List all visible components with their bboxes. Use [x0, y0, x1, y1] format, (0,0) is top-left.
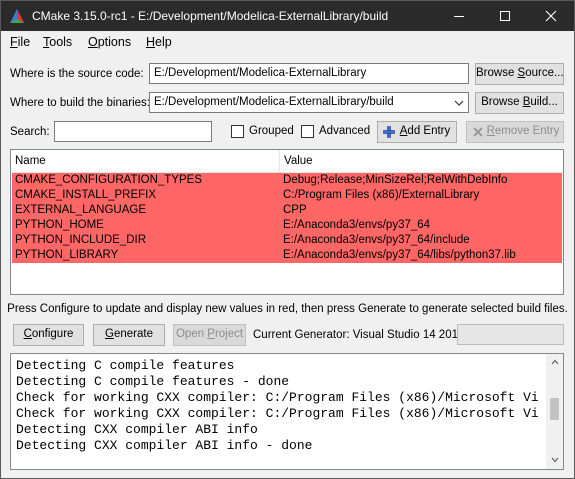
output-lines: Detecting C compile features Detecting C …: [16, 358, 539, 454]
maximize-button[interactable]: [482, 1, 528, 31]
output-line: Check for working CXX compiler: C:/Progr…: [16, 390, 539, 405]
scroll-up-icon[interactable]: [551, 359, 559, 365]
cell-name: PYTHON_LIBRARY: [15, 249, 119, 261]
build-path-value: E:/Development/Modelica-ExternalLibrary/…: [154, 96, 394, 108]
open-project-button[interactable]: Open Project: [173, 324, 246, 346]
cache-table[interactable]: Name Value CMAKE_CONFIGURATION_TYPES Debu…: [10, 149, 564, 295]
plus-icon: [383, 126, 395, 138]
remove-entry-button[interactable]: Remove Entry: [466, 121, 564, 143]
output-log[interactable]: Detecting C compile features Detecting C …: [10, 353, 564, 470]
cmake-logo-icon: [10, 9, 24, 23]
cmake-window: CMake 3.15.0-rc1 - E:/Development/Modeli…: [0, 0, 575, 479]
column-header-name[interactable]: Name: [15, 155, 46, 167]
menu-file[interactable]: File: [10, 35, 30, 49]
minimize-icon: [454, 16, 464, 17]
table-row[interactable]: PYTHON_LIBRARY E:/Anaconda3/envs/py37_64/…: [12, 248, 562, 263]
cell-value[interactable]: C:/Program Files (x86)/ExternalLibrary: [283, 188, 559, 203]
table-header: Name Value: [11, 150, 563, 173]
output-line: Detecting CXX compiler ABI info - done: [16, 438, 313, 453]
output-scrollbar[interactable]: [546, 354, 563, 469]
cell-value[interactable]: E:/Anaconda3/envs/py37_64: [283, 218, 559, 233]
grouped-checkbox[interactable]: [231, 125, 244, 138]
table-row[interactable]: PYTHON_INCLUDE_DIR E:/Anaconda3/envs/py37…: [12, 233, 562, 248]
scrollbar-thumb[interactable]: [550, 398, 559, 420]
maximize-icon: [500, 11, 510, 21]
cell-value[interactable]: Debug;Release;MinSizeRel;RelWithDebInfo: [283, 173, 559, 188]
cell-name: CMAKE_CONFIGURATION_TYPES: [15, 174, 203, 186]
table-row[interactable]: CMAKE_INSTALL_PREFIX C:/Program Files (x8…: [12, 188, 562, 203]
close-button[interactable]: [528, 1, 574, 31]
browse-source-button[interactable]: Browse Source...: [475, 63, 564, 85]
search-label: Search:: [10, 126, 50, 138]
advanced-checkbox[interactable]: [301, 125, 314, 138]
generate-button[interactable]: Generate: [93, 324, 165, 346]
minimize-button[interactable]: [436, 1, 482, 31]
cell-name: EXTERNAL_LANGUAGE: [15, 204, 147, 216]
title-bar[interactable]: CMake 3.15.0-rc1 - E:/Development/Modeli…: [1, 1, 574, 31]
close-icon: [545, 10, 557, 22]
output-line: Detecting CXX compiler ABI info: [16, 422, 258, 437]
menu-bar: File Tools Options Help: [1, 31, 574, 53]
chevron-down-icon[interactable]: [454, 99, 464, 107]
source-label: Where is the source code:: [10, 68, 144, 80]
progress-bar: [457, 324, 564, 345]
output-line: Check for working CXX compiler: C:/Progr…: [16, 406, 539, 421]
menu-tools[interactable]: Tools: [43, 35, 72, 49]
current-generator-label: Current Generator: Visual Studio 14 2015: [253, 329, 465, 341]
column-divider[interactable]: [279, 150, 280, 173]
add-entry-button[interactable]: Add Entry: [377, 121, 457, 143]
cell-name: PYTHON_HOME: [15, 219, 104, 231]
grouped-label: Grouped: [249, 125, 294, 137]
table-row[interactable]: CMAKE_CONFIGURATION_TYPES Debug;Release;M…: [12, 173, 562, 188]
build-label: Where to build the binaries:: [10, 97, 150, 109]
scroll-down-icon[interactable]: [551, 457, 559, 463]
column-header-value[interactable]: Value: [284, 155, 313, 167]
advanced-label: Advanced: [319, 125, 371, 137]
info-text: Press Configure to update and display ne…: [7, 303, 568, 315]
window-title: CMake 3.15.0-rc1 - E:/Development/Modeli…: [32, 9, 389, 23]
table-body: CMAKE_CONFIGURATION_TYPES Debug;Release;M…: [12, 173, 562, 263]
search-input[interactable]: [54, 121, 212, 142]
cell-name: CMAKE_INSTALL_PREFIX: [15, 189, 157, 201]
table-row[interactable]: EXTERNAL_LANGUAGE CPP: [12, 203, 562, 218]
remove-x-icon: [473, 127, 483, 137]
cell-value[interactable]: E:/Anaconda3/envs/py37_64/include: [283, 233, 559, 248]
source-path-input[interactable]: E:/Development/Modelica-ExternalLibrary: [149, 63, 469, 84]
browse-build-button[interactable]: Browse Build...: [475, 92, 564, 114]
cell-value[interactable]: CPP: [283, 203, 559, 218]
build-path-combobox[interactable]: E:/Development/Modelica-ExternalLibrary/…: [149, 92, 469, 113]
cell-name: PYTHON_INCLUDE_DIR: [15, 234, 146, 246]
menu-options[interactable]: Options: [88, 35, 131, 49]
table-row[interactable]: PYTHON_HOME E:/Anaconda3/envs/py37_64: [12, 218, 562, 233]
output-line: Detecting C compile features: [16, 358, 235, 373]
menu-help[interactable]: Help: [146, 35, 172, 49]
configure-button[interactable]: Configure: [13, 324, 84, 346]
cell-value[interactable]: E:/Anaconda3/envs/py37_64/libs/python37.…: [283, 248, 559, 263]
output-line: Detecting C compile features - done: [16, 374, 290, 389]
